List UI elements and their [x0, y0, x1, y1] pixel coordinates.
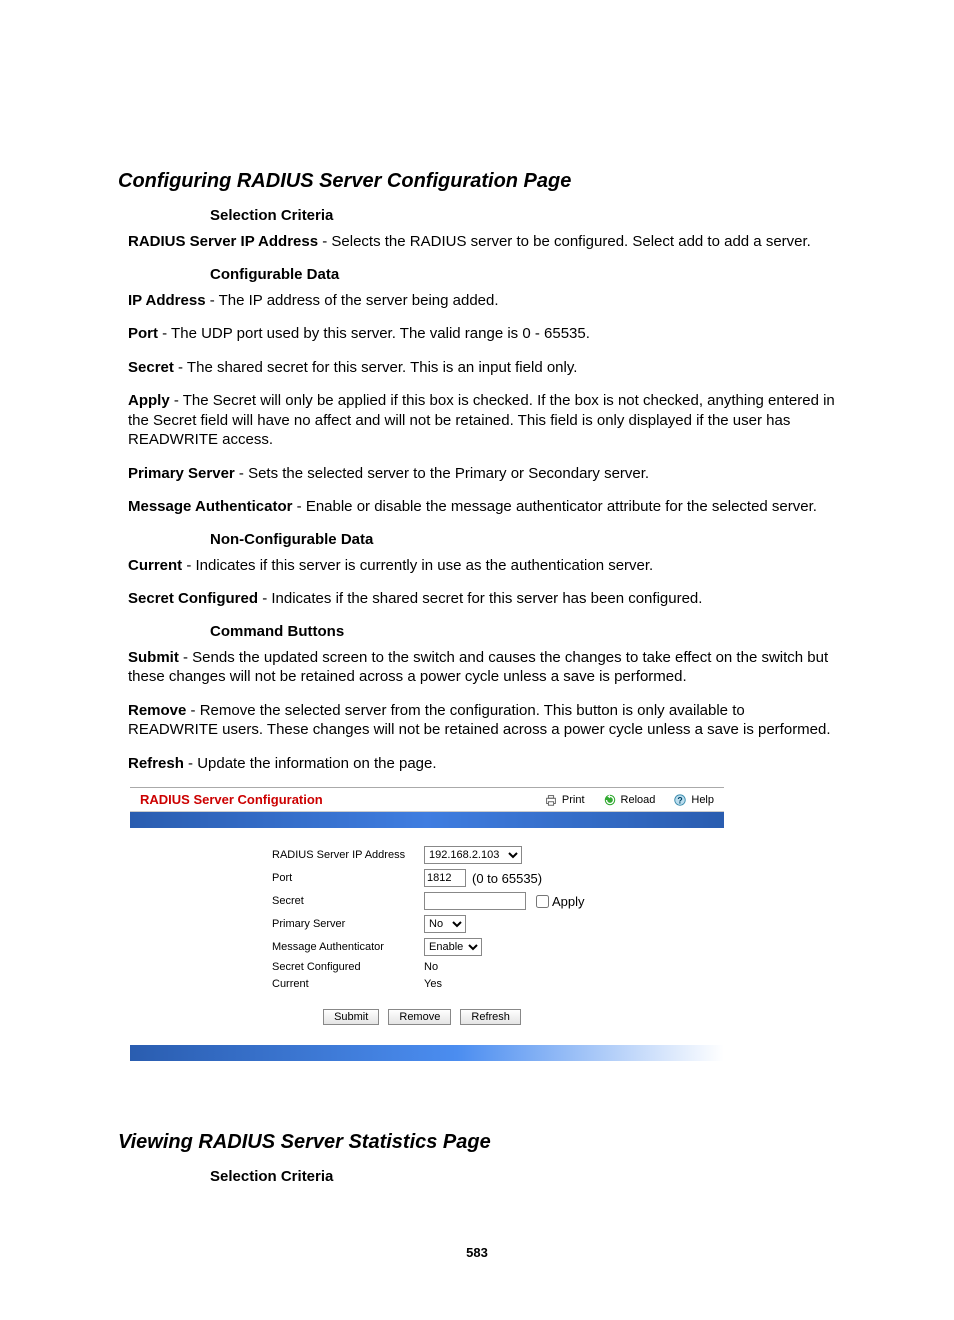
label-port: Port	[272, 872, 424, 884]
def-refresh: Refresh - Update the information on the …	[128, 754, 836, 774]
def-radius-ip: RADIUS Server IP Address - Selects the R…	[128, 232, 836, 252]
print-button[interactable]: Print	[544, 793, 585, 807]
page-number: 583	[118, 1245, 836, 1260]
value-sconf: No	[424, 961, 438, 973]
blue-bar-bottom	[130, 1045, 724, 1061]
def-apply: Apply - The Secret will only be applied …	[128, 391, 836, 450]
def-ip: IP Address - The IP address of the serve…	[128, 291, 836, 311]
secret-input[interactable]	[424, 892, 526, 910]
reload-icon	[603, 793, 617, 807]
apply-label: Apply	[552, 894, 585, 909]
heading-configuring: Configuring RADIUS Server Configuration …	[118, 170, 836, 193]
screenshot-panel: RADIUS Server Configuration Print Reload…	[130, 787, 724, 1061]
apply-checkbox[interactable]	[536, 895, 549, 908]
panel-title: RADIUS Server Configuration	[140, 792, 544, 807]
label-primary: Primary Server	[272, 918, 424, 930]
help-button[interactable]: ? Help	[673, 793, 714, 807]
def-remove: Remove - Remove the selected server from…	[128, 701, 836, 740]
heading-viewing: Viewing RADIUS Server Statistics Page	[118, 1131, 836, 1154]
button-row: Submit Remove Refresh	[130, 995, 714, 1035]
remove-button[interactable]: Remove	[388, 1009, 451, 1025]
label-ip: RADIUS Server IP Address	[272, 849, 424, 861]
label-msgauth: Message Authenticator	[272, 941, 424, 953]
label-sconf: Secret Configured	[272, 961, 424, 973]
def-submit: Submit - Sends the updated screen to the…	[128, 648, 836, 687]
value-current: Yes	[424, 978, 442, 990]
def-msgauth: Message Authenticator - Enable or disabl…	[128, 497, 836, 517]
heading-selection-criteria: Selection Criteria	[210, 207, 836, 224]
port-range: (0 to 65535)	[472, 871, 542, 886]
def-secret: Secret - The shared secret for this serv…	[128, 358, 836, 378]
panel-toolbar: Print Reload ? Help	[544, 793, 714, 807]
heading-command-buttons: Command Buttons	[210, 623, 836, 640]
blue-bar-top	[130, 812, 724, 828]
def-secret-configured: Secret Configured - Indicates if the sha…	[128, 589, 836, 609]
msgauth-select[interactable]: Enable	[424, 938, 482, 956]
svg-text:?: ?	[678, 795, 683, 805]
primary-select[interactable]: No	[424, 915, 466, 933]
heading-nonconfigurable-data: Non-Configurable Data	[210, 531, 836, 548]
label-secret: Secret	[272, 895, 424, 907]
submit-button[interactable]: Submit	[323, 1009, 379, 1025]
heading-configurable-data: Configurable Data	[210, 266, 836, 283]
label-current: Current	[272, 978, 424, 990]
reload-button[interactable]: Reload	[603, 793, 656, 807]
print-icon	[544, 793, 558, 807]
port-input[interactable]	[424, 869, 466, 887]
def-port: Port - The UDP port used by this server.…	[128, 324, 836, 344]
def-primary: Primary Server - Sets the selected serve…	[128, 464, 836, 484]
panel-header: RADIUS Server Configuration Print Reload…	[130, 788, 724, 812]
heading-selection-criteria-2: Selection Criteria	[210, 1168, 836, 1185]
form-area: RADIUS Server IP Address 192.168.2.103 P…	[130, 828, 724, 1045]
def-current: Current - Indicates if this server is cu…	[128, 556, 836, 576]
refresh-button[interactable]: Refresh	[460, 1009, 521, 1025]
help-icon: ?	[673, 793, 687, 807]
ip-select[interactable]: 192.168.2.103	[424, 846, 522, 864]
